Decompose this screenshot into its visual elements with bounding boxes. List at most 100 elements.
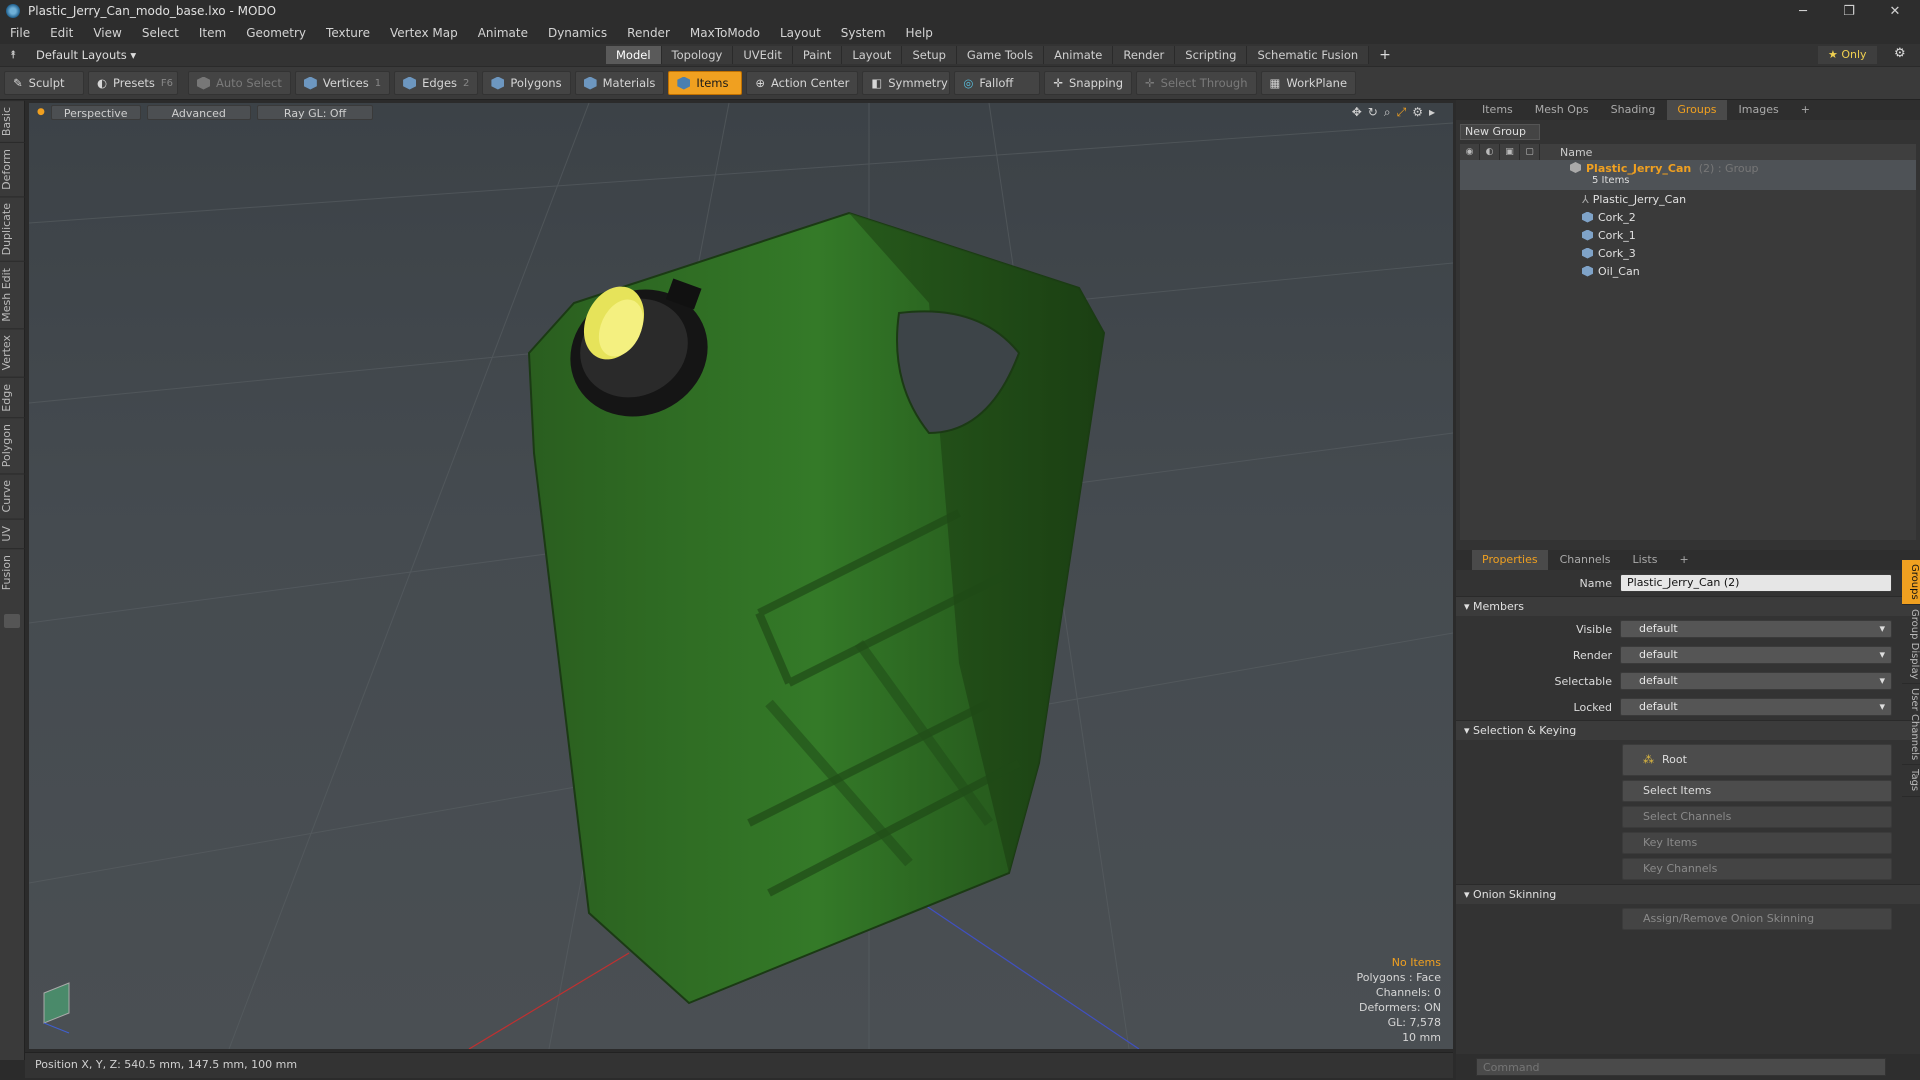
menu-help[interactable]: Help [896,22,943,44]
menu-vertex-map[interactable]: Vertex Map [380,22,468,44]
layout-arrow-icon[interactable]: ⯭ [0,48,26,62]
select-icon[interactable]: ▢ [1520,144,1540,160]
side-tab-group-display[interactable]: Group Display [1902,605,1920,685]
tab-topology[interactable]: Topology [661,46,734,64]
menu-geometry[interactable]: Geometry [236,22,316,44]
menu-render[interactable]: Render [617,22,680,44]
key-channels-button[interactable]: Key Channels [1622,858,1892,880]
tree-item-cork-1[interactable]: Cork_1 [1460,226,1916,244]
sculpt-button[interactable]: ✎ Sculpt [4,71,84,95]
gear-icon[interactable]: ⚙ [1894,46,1906,61]
polygons-button[interactable]: Polygons [482,71,571,95]
lock-icon[interactable]: ▣ [1500,144,1520,160]
root-button[interactable]: ⁂ Root [1622,744,1892,776]
tab-animate[interactable]: Animate [1044,46,1114,64]
tab-uv[interactable]: UV [0,518,25,548]
render-icon[interactable]: ◐ [1480,144,1500,160]
tab-groups[interactable]: Groups [1667,100,1727,120]
raygl-toggle[interactable]: Ray GL: Off [256,104,374,120]
minimize-button[interactable]: ─ [1780,0,1826,22]
symmetry-button[interactable]: ◧ Symmetry [862,71,951,95]
action-center-button[interactable]: ⊕ Action Center [746,71,859,95]
tab-items[interactable]: Items [1472,100,1523,120]
menu-system[interactable]: System [831,22,896,44]
auto-select-button[interactable]: Auto Select [188,71,291,95]
only-toggle[interactable]: ★ Only [1818,46,1877,64]
viewport-menu-icon[interactable]: ● [37,107,45,117]
add-tab-button[interactable]: + [1369,47,1401,63]
tab-basic[interactable]: Basic [0,100,25,143]
close-button[interactable]: ✕ [1872,0,1918,22]
new-group-button[interactable]: New Group [1460,124,1540,140]
menu-dynamics[interactable]: Dynamics [538,22,617,44]
tab-fusion[interactable]: Fusion [0,547,25,596]
tree-item-plastic-jerry-can[interactable]: ⅄ Plastic_Jerry_Can [1460,190,1916,208]
viewport-settings-icon[interactable]: ⚙ [1412,105,1423,120]
maximize-button[interactable]: ❐ [1826,0,1872,22]
tab-deform[interactable]: Deform [0,142,25,197]
rotate-icon[interactable]: ↻ [1368,105,1378,120]
tab-images[interactable]: Images [1729,100,1789,120]
panel-toggle-button[interactable] [4,613,20,628]
tab-vertex[interactable]: Vertex [0,328,25,377]
menu-select[interactable]: Select [132,22,189,44]
menu-texture[interactable]: Texture [316,22,380,44]
edges-button[interactable]: Edges 2 [394,71,479,95]
side-tab-tags[interactable]: Tags [1902,765,1920,797]
materials-button[interactable]: Materials [574,71,665,95]
tree-item-cork-2[interactable]: Cork_2 [1460,208,1916,226]
select-through-button[interactable]: ✛ Select Through [1136,71,1257,95]
viewport-expand-icon[interactable]: ▸ [1429,105,1435,120]
tab-edge[interactable]: Edge [0,376,25,418]
workplane-button[interactable]: ▦ WorkPlane [1260,71,1357,95]
side-tab-user-channels[interactable]: User Channels [1902,684,1920,766]
falloff-button[interactable]: ◎ Falloff [954,71,1041,95]
tab-shading[interactable]: Shading [1601,100,1666,120]
locked-dropdown[interactable]: default ▾ [1620,698,1892,716]
tree-item-cork-3[interactable]: Cork_3 [1460,244,1916,262]
snapping-button[interactable]: ✛ Snapping [1044,71,1133,95]
menu-view[interactable]: View [83,22,131,44]
tab-lists[interactable]: Lists [1623,550,1668,570]
tab-curve[interactable]: Curve [0,473,25,519]
shading-selector[interactable]: Advanced [146,104,251,120]
menu-edit[interactable]: Edit [40,22,83,44]
items-button[interactable]: Items [668,71,743,95]
view-type-selector[interactable]: Perspective [50,104,141,120]
vertices-button[interactable]: Vertices 1 [294,71,391,95]
add-panel-tab-button[interactable]: + [1791,100,1820,120]
menu-file[interactable]: File [0,22,40,44]
select-channels-button[interactable]: Select Channels [1622,806,1892,828]
menu-item[interactable]: Item [189,22,236,44]
visible-dropdown[interactable]: default ▾ [1620,620,1892,638]
tab-channels[interactable]: Channels [1550,550,1621,570]
tab-game-tools[interactable]: Game Tools [956,46,1045,64]
tab-duplicate[interactable]: Duplicate [0,196,25,262]
key-items-button[interactable]: Key Items [1622,832,1892,854]
presets-button[interactable]: ◐ Presets F6 [88,71,178,95]
onion-skinning-section[interactable]: ▾ Onion Skinning [1456,884,1920,904]
pan-icon[interactable]: ✥ [1352,105,1362,120]
add-props-tab-button[interactable]: + [1669,550,1698,570]
layout-selector[interactable]: Default Layouts ▾ [26,48,606,62]
side-tab-groups[interactable]: Groups [1902,560,1920,605]
menu-maxtomodo[interactable]: MaxToModo [680,22,770,44]
command-input[interactable] [1476,1058,1886,1076]
tab-render[interactable]: Render [1113,46,1176,64]
3d-viewport[interactable]: ● Perspective Advanced Ray GL: Off ✥ ↻ ⌕… [29,103,1453,1049]
fit-icon[interactable]: ⤢ [1397,105,1407,120]
selection-keying-section[interactable]: ▾ Selection & Keying [1456,720,1920,740]
tree-item-oil-can[interactable]: Oil_Can [1460,262,1916,280]
tab-mesh-ops[interactable]: Mesh Ops [1525,100,1599,120]
members-section[interactable]: ▾ Members [1456,596,1920,616]
tab-model[interactable]: Model [606,46,662,64]
tab-scripting[interactable]: Scripting [1175,46,1248,64]
tab-properties[interactable]: Properties [1472,550,1548,570]
tab-paint[interactable]: Paint [792,46,843,64]
render-dropdown[interactable]: default ▾ [1620,646,1892,664]
tab-uvedit[interactable]: UVEdit [733,46,793,64]
tab-mesh-edit[interactable]: Mesh Edit [0,261,25,329]
menu-layout[interactable]: Layout [770,22,831,44]
tab-layout[interactable]: Layout [842,46,903,64]
tab-schematic-fusion[interactable]: Schematic Fusion [1247,46,1370,64]
